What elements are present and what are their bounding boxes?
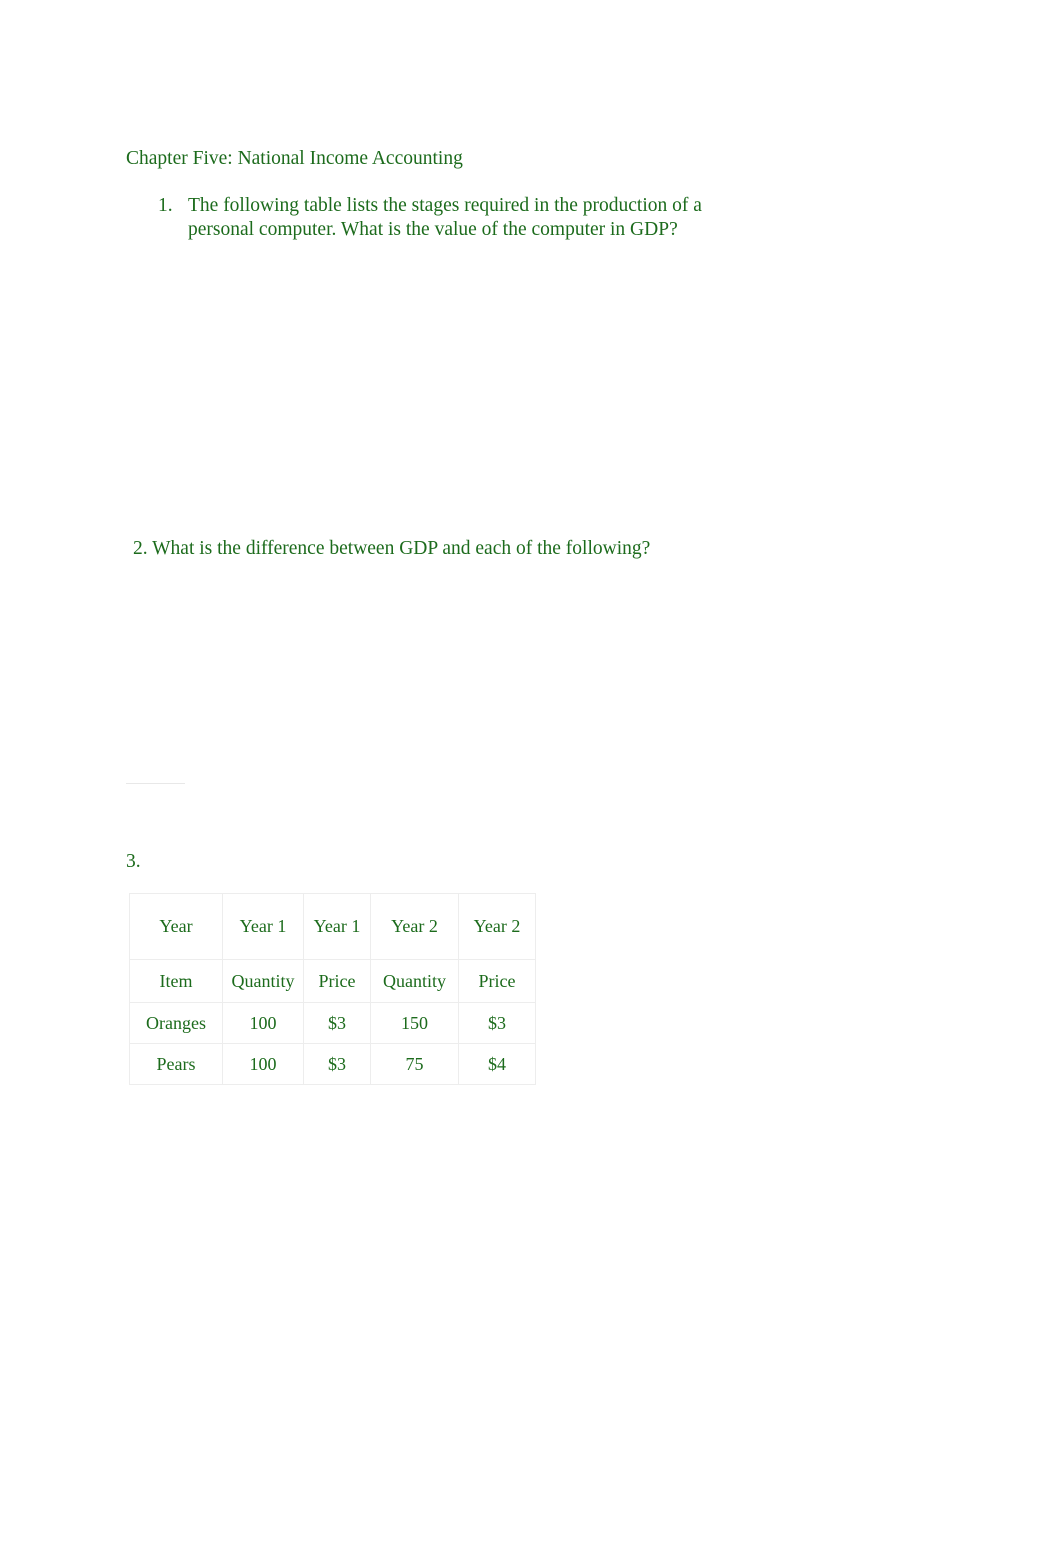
cell-oranges-item: Oranges bbox=[129, 1002, 223, 1044]
question-2-text: 2. What is the difference between GDP an… bbox=[133, 538, 651, 559]
question-1-text: The following table lists the stages req… bbox=[188, 195, 702, 240]
cell-pears-item: Pears bbox=[129, 1043, 223, 1085]
table-row: Pears 100 $3 75 $4 bbox=[129, 1043, 536, 1085]
question-1-marker: 1. bbox=[158, 195, 173, 216]
question-1: 1. The following table lists the stages … bbox=[126, 194, 826, 241]
cell-pears-price-y1: $3 bbox=[303, 1043, 371, 1085]
cell-pears-quantity-y2: 75 bbox=[370, 1043, 459, 1085]
cell-item-label: Item bbox=[129, 959, 223, 1003]
cell-oranges-quantity-y1: 100 bbox=[222, 1002, 304, 1044]
cell-year2-quantity-head: Year 2 bbox=[370, 893, 459, 960]
page-title: Chapter Five: National Income Accounting bbox=[126, 148, 463, 169]
document-page: Chapter Five: National Income Accounting… bbox=[0, 0, 1062, 1561]
cell-year-label: Year bbox=[129, 893, 223, 960]
cell-oranges-price-y1: $3 bbox=[303, 1002, 371, 1044]
table-row: Oranges 100 $3 150 $3 bbox=[129, 1002, 536, 1044]
cell-pears-quantity-y1: 100 bbox=[222, 1043, 304, 1085]
question-1-row: 1. The following table lists the stages … bbox=[126, 194, 826, 241]
cell-year2-price-head: Year 2 bbox=[458, 893, 536, 960]
quantity-price-table: Year Year 1 Year 1 Year 2 Year 2 Item Qu… bbox=[129, 893, 536, 1085]
cell-pears-price-y2: $4 bbox=[458, 1043, 536, 1085]
cell-year1-price-head: Year 1 bbox=[303, 893, 371, 960]
section-divider bbox=[126, 783, 185, 784]
cell-oranges-quantity-y2: 150 bbox=[370, 1002, 459, 1044]
cell-quantity-label-y2: Quantity bbox=[370, 959, 459, 1003]
fruit-table-wrapper: Year Year 1 Year 1 Year 2 Year 2 Item Qu… bbox=[129, 893, 536, 1085]
question-3-marker: 3. bbox=[126, 851, 141, 872]
cell-oranges-price-y2: $3 bbox=[458, 1002, 536, 1044]
table-row: Year Year 1 Year 1 Year 2 Year 2 bbox=[129, 893, 536, 960]
cell-price-label-y1: Price bbox=[303, 959, 371, 1003]
table-row: Item Quantity Price Quantity Price bbox=[129, 959, 536, 1003]
cell-year1-quantity-head: Year 1 bbox=[222, 893, 304, 960]
cell-quantity-label-y1: Quantity bbox=[222, 959, 304, 1003]
cell-price-label-y2: Price bbox=[458, 959, 536, 1003]
